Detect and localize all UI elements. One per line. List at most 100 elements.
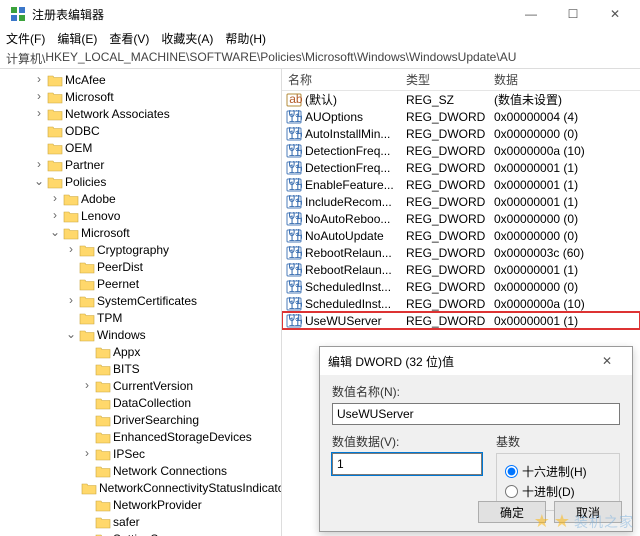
menu-view[interactable]: 查看(V): [109, 30, 149, 47]
folder-icon: [47, 107, 63, 121]
dialog-title-bar[interactable]: 编辑 DWORD (32 位)值 ✕: [320, 347, 632, 375]
value-row[interactable]: 011110EnableFeature...REG_DWORD0x0000000…: [282, 176, 640, 193]
expand-icon[interactable]: ›: [48, 190, 62, 207]
value-row[interactable]: 011110DetectionFreq...REG_DWORD0x0000000…: [282, 142, 640, 159]
value-row[interactable]: 011110RebootRelaun...REG_DWORD0x00000001…: [282, 261, 640, 278]
maximize-button[interactable]: ☐: [552, 0, 594, 28]
value-row[interactable]: ab(默认)REG_SZ(数值未设置): [282, 91, 640, 108]
tree-item[interactable]: ⌄ Microsoft: [0, 224, 281, 241]
expand-icon[interactable]: ›: [80, 377, 94, 394]
tree-item[interactable]: › Network Associates: [0, 105, 281, 122]
value-data: 0x00000000 (0): [488, 280, 640, 294]
tree-item-label: ODBC: [65, 124, 100, 138]
value-row[interactable]: 011110AUOptionsREG_DWORD0x00000004 (4): [282, 108, 640, 125]
radio-dec[interactable]: 十进制(D): [505, 482, 611, 500]
values-list[interactable]: ab(默认)REG_SZ(数值未设置)011110AUOptionsREG_DW…: [282, 91, 640, 329]
radio-hex-input[interactable]: [505, 465, 518, 478]
tree-item[interactable]: ⌄Windows: [0, 326, 281, 343]
value-row[interactable]: 011110AutoInstallMin...REG_DWORD0x000000…: [282, 125, 640, 142]
expand-icon[interactable]: ›: [64, 241, 78, 258]
column-data[interactable]: 数据: [488, 71, 640, 88]
expand-icon[interactable]: ›: [48, 207, 62, 224]
value-name-field[interactable]: [332, 403, 620, 425]
value-row[interactable]: 011110NoAutoUpdateREG_DWORD0x00000000 (0…: [282, 227, 640, 244]
svg-text:110: 110: [289, 196, 303, 209]
close-button[interactable]: ✕: [594, 0, 636, 28]
tree-item[interactable]: Network Connections: [0, 462, 281, 479]
tree-item[interactable]: ›McAfee: [0, 71, 281, 88]
tree-item[interactable]: OEM: [0, 139, 281, 156]
menu-file[interactable]: 文件(F): [6, 30, 45, 47]
value-data-field[interactable]: [332, 453, 482, 475]
tree-item[interactable]: ⌄Policies: [0, 173, 281, 190]
folder-icon: [63, 209, 79, 223]
value-row[interactable]: 011110NoAutoReboo...REG_DWORD0x00000000 …: [282, 210, 640, 227]
tree-item[interactable]: EnhancedStorageDevices: [0, 428, 281, 445]
minimize-button[interactable]: —: [510, 0, 552, 28]
expand-icon[interactable]: ›: [32, 71, 46, 88]
expand-icon[interactable]: ›: [32, 156, 46, 173]
tree-item[interactable]: ›CurrentVersion: [0, 377, 281, 394]
reg-binary-icon: 011110: [286, 110, 302, 124]
expand-icon[interactable]: ›: [32, 88, 46, 105]
value-type: REG_SZ: [400, 93, 488, 107]
value-type: REG_DWORD: [400, 280, 488, 294]
tree-item[interactable]: DataCollection: [0, 394, 281, 411]
menu-favorites[interactable]: 收藏夹(A): [161, 30, 213, 47]
watermark: ★ ★ 装机之家: [534, 511, 634, 532]
collapse-icon[interactable]: ⌄: [32, 173, 46, 190]
expand-icon[interactable]: ›: [80, 445, 94, 462]
svg-text:110: 110: [289, 128, 303, 141]
tree-item[interactable]: ›Microsoft: [0, 88, 281, 105]
collapse-icon[interactable]: ⌄: [64, 326, 78, 343]
value-row[interactable]: 011110IncludeRecom...REG_DWORD0x00000001…: [282, 193, 640, 210]
tree-item[interactable]: ›Cryptography: [0, 241, 281, 258]
tree-item[interactable]: Appx: [0, 343, 281, 360]
value-row[interactable]: 011110RebootRelaun...REG_DWORD0x0000003c…: [282, 244, 640, 261]
tree-item[interactable]: SettingSync: [0, 530, 281, 536]
menu-edit[interactable]: 编辑(E): [57, 30, 97, 47]
tree-item[interactable]: ›SystemCertificates: [0, 292, 281, 309]
reg-binary-icon: 011110: [286, 212, 302, 226]
address-bar[interactable]: 计算机\ HKEY_LOCAL_MACHINE\SOFTWARE\Policie…: [0, 48, 640, 68]
tree-item[interactable]: ›Adobe: [0, 190, 281, 207]
tree-item[interactable]: ›Partner: [0, 156, 281, 173]
dialog-close-button[interactable]: ✕: [590, 354, 624, 368]
folder-icon: [81, 481, 97, 495]
collapse-icon[interactable]: ⌄: [48, 224, 62, 241]
tree-item[interactable]: Peernet: [0, 275, 281, 292]
value-row[interactable]: 011110ScheduledInst...REG_DWORD0x0000000…: [282, 295, 640, 312]
tree-item[interactable]: ODBC: [0, 122, 281, 139]
tree-item-label: TPM: [97, 311, 122, 325]
tree-item[interactable]: safer: [0, 513, 281, 530]
radio-dec-input[interactable]: [505, 485, 518, 498]
value-type: REG_DWORD: [400, 127, 488, 141]
tree-item[interactable]: NetworkProvider: [0, 496, 281, 513]
value-row[interactable]: 011110DetectionFreq...REG_DWORD0x0000000…: [282, 159, 640, 176]
key-tree[interactable]: ›McAfee›Microsoft›Network AssociatesODBC…: [0, 69, 282, 536]
column-name[interactable]: 名称: [282, 71, 400, 88]
tree-item[interactable]: NetworkConnectivityStatusIndicator: [0, 479, 281, 496]
tree-item[interactable]: TPM: [0, 309, 281, 326]
value-row[interactable]: 011110ScheduledInst...REG_DWORD0x0000000…: [282, 278, 640, 295]
svg-text:110: 110: [289, 264, 303, 277]
column-type[interactable]: 类型: [400, 71, 488, 88]
menu-help[interactable]: 帮助(H): [225, 30, 266, 47]
tree-item-label: Network Associates: [65, 107, 170, 121]
expand-icon[interactable]: ›: [64, 292, 78, 309]
tree-item[interactable]: BITS: [0, 360, 281, 377]
tree-item[interactable]: ›Lenovo: [0, 207, 281, 224]
tree-item-label: OEM: [65, 141, 92, 155]
reg-binary-icon: 011110: [286, 127, 302, 141]
tree-item-label: IPSec: [113, 447, 145, 461]
value-data: 0x00000004 (4): [488, 110, 640, 124]
radio-hex[interactable]: 十六进制(H): [505, 462, 611, 480]
expand-icon[interactable]: ›: [32, 105, 46, 122]
reg-binary-icon: 011110: [286, 178, 302, 192]
tree-item[interactable]: DriverSearching: [0, 411, 281, 428]
tree-item[interactable]: PeerDist: [0, 258, 281, 275]
app-icon: [10, 6, 26, 22]
value-row[interactable]: 011110UseWUServerREG_DWORD0x00000001 (1): [282, 312, 640, 329]
tree-item-label: Microsoft: [81, 226, 130, 240]
tree-item[interactable]: › IPSec: [0, 445, 281, 462]
